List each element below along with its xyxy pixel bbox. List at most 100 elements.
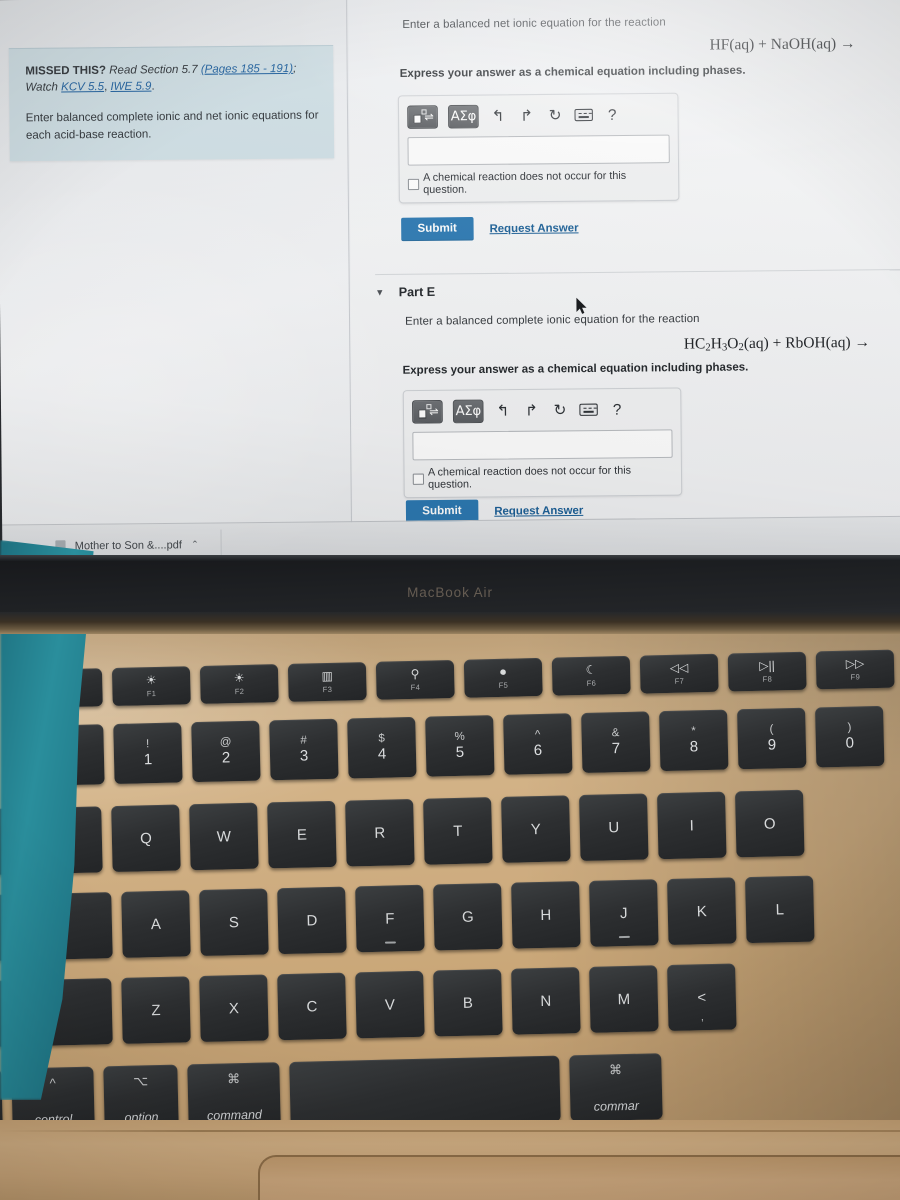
redo-icon[interactable]: ↱ <box>522 400 541 421</box>
part-e-title: Part E <box>398 284 436 300</box>
key-key-0[interactable]: ) 0 <box>815 705 885 768</box>
key-key-4[interactable]: $4 <box>347 716 417 779</box>
key-key-t[interactable]: T <box>423 797 493 865</box>
key-key-y[interactable]: Y <box>501 795 571 863</box>
keyboard-icon[interactable] <box>574 105 593 126</box>
iwe-link[interactable]: IWE 5.9 <box>110 81 151 94</box>
help-icon[interactable]: ? <box>608 399 627 420</box>
chevron-down-icon[interactable]: ▼ <box>375 287 384 297</box>
key-key-comma[interactable]: <, <box>667 963 737 1032</box>
key-key-h[interactable]: H <box>511 881 581 949</box>
key-key-u[interactable]: U <box>579 793 649 862</box>
part-e-request-answer-link[interactable]: Request Answer <box>494 504 583 517</box>
key-f3-mission-control[interactable]: ▥ F3 <box>287 662 367 702</box>
greek-symbols-button[interactable]: ΑΣφ <box>447 104 479 129</box>
part-d-prompt: Enter a balanced net ionic equation for … <box>402 16 666 32</box>
key-command-key-right[interactable]: ⌘ commar <box>569 1053 663 1122</box>
key-f2-brightness-up[interactable]: ☀ F2 <box>199 664 279 704</box>
key-key-l[interactable]: L <box>745 875 815 944</box>
redo-icon[interactable]: ↱ <box>517 105 536 126</box>
hint-panel: MISSED THIS? Read Section 5.7 (Pages 185… <box>0 0 353 533</box>
key-key-x[interactable]: X <box>199 974 269 1043</box>
key-key-8[interactable]: * 8 <box>659 709 729 772</box>
key-key-5[interactable]: % 5 <box>425 715 495 777</box>
help-icon[interactable]: ? <box>603 104 622 125</box>
key-key-q[interactable]: Q <box>111 804 181 873</box>
trackpad[interactable] <box>258 1155 900 1200</box>
key-key-i[interactable]: I <box>657 791 727 860</box>
part-d-submit-button[interactable]: Submit <box>401 217 474 242</box>
key-key-m[interactable]: M <box>589 965 659 1033</box>
key-key-7[interactable]: & 7 <box>581 711 651 773</box>
key-key-s[interactable]: S <box>199 888 269 957</box>
part-d-no-reaction-checkbox[interactable] <box>407 178 420 190</box>
key-key-d[interactable]: D <box>277 886 347 955</box>
part-e-no-reaction-row[interactable]: A chemical reaction does not occur for t… <box>412 464 673 491</box>
key-f4-spotlight[interactable]: ⚲ F4 <box>375 659 455 700</box>
key-label: 0 <box>845 734 855 753</box>
key-key-3[interactable]: #3 <box>269 718 339 781</box>
key-label: F <box>385 909 395 928</box>
key-shift-label: # <box>300 734 307 747</box>
f2-brightness-up-icon: ☀ <box>233 670 245 686</box>
key-key-c[interactable]: C <box>277 972 347 1041</box>
part-d-request-answer-link[interactable]: Request Answer <box>489 222 578 235</box>
key-label: E <box>296 825 308 844</box>
key-key-r[interactable]: R <box>345 798 415 867</box>
part-e-header[interactable]: ▼ Part E <box>375 268 900 300</box>
key-key-j[interactable]: J <box>589 879 659 947</box>
part-e-answer-input[interactable] <box>412 429 673 461</box>
laptop-screen: MISSED THIS? Read Section 5.7 (Pages 185… <box>0 0 900 575</box>
key-label: O <box>763 814 776 833</box>
key-key-f[interactable]: F <box>355 884 425 953</box>
key-label: 4 <box>377 745 387 764</box>
greek-symbols-button[interactable]: ΑΣφ <box>452 399 484 423</box>
missed-this-line: MISSED THIS? Read Section 5.7 (Pages 185… <box>25 60 319 96</box>
keyboard-icon[interactable] <box>579 399 598 420</box>
key-key-o[interactable]: O <box>734 789 805 858</box>
key-key-v[interactable]: V <box>355 970 425 1039</box>
part-d-no-reaction-row[interactable]: A chemical reaction does not occur for t… <box>407 169 670 196</box>
template-icon[interactable]: ⇌ <box>412 399 443 424</box>
kcv-link[interactable]: KCV 5.5 <box>61 81 104 94</box>
key-key-e[interactable]: E <box>267 800 337 869</box>
pages-link[interactable]: (Pages 185 - 191) <box>201 63 293 76</box>
key-label: Q <box>139 829 152 847</box>
key-key-a[interactable]: A <box>121 890 191 958</box>
key-label: F9 <box>850 672 861 682</box>
key-key-2[interactable]: @2 <box>191 720 261 783</box>
missed-this-label: MISSED THIS? <box>25 64 107 78</box>
key-label: 2 <box>221 749 231 767</box>
undo-icon[interactable]: ↰ <box>494 400 513 421</box>
browser-page: MISSED THIS? Read Section 5.7 (Pages 185… <box>0 0 900 575</box>
key-key-9[interactable]: (9 <box>737 707 807 770</box>
reset-icon[interactable]: ↻ <box>551 400 570 421</box>
key-f9-fast-forward[interactable]: ▷▷ F9 <box>815 649 895 690</box>
part-d-answer-input[interactable] <box>407 134 670 166</box>
key-space-bar[interactable] <box>289 1055 561 1128</box>
part-e-answer-widget: ⇌ ΑΣφ ↰ ↱ ↻ ? A chemical reaction does n… <box>402 387 683 499</box>
key-shift-label: $ <box>378 732 385 745</box>
downloads-divider <box>220 529 222 559</box>
key-key-6[interactable]: ^ 6 <box>503 713 573 775</box>
chevron-up-icon[interactable]: ⌃ <box>191 539 199 550</box>
undo-icon[interactable]: ↰ <box>489 106 508 127</box>
key-key-w[interactable]: W <box>189 802 259 871</box>
key-f7-rewind[interactable]: ◁◁ F7 <box>639 653 719 694</box>
f1-brightness-down-icon: ☀ <box>145 672 157 688</box>
key-f1-brightness-down[interactable]: ☀ F1 <box>111 666 191 707</box>
part-e-no-reaction-checkbox[interactable] <box>412 473 425 485</box>
key-f6-do-not-disturb[interactable]: ☾ F6 <box>551 655 631 696</box>
template-icon[interactable]: ⇌ <box>407 104 438 129</box>
key-key-n[interactable]: N <box>511 967 581 1035</box>
key-f5-dictation[interactable]: ⏺ F5 <box>463 657 543 698</box>
key-key-z[interactable]: Z <box>121 976 191 1044</box>
key-label: 1 <box>143 751 153 769</box>
key-label: B <box>462 994 474 1012</box>
key-key-k[interactable]: K <box>667 877 737 945</box>
key-f8-play-pause[interactable]: ▷|| F8 <box>727 651 807 692</box>
key-key-1[interactable]: ! 1 <box>113 722 183 785</box>
key-key-g[interactable]: G <box>433 882 503 951</box>
key-key-b[interactable]: B <box>433 968 503 1037</box>
reset-icon[interactable]: ↻ <box>546 105 565 126</box>
